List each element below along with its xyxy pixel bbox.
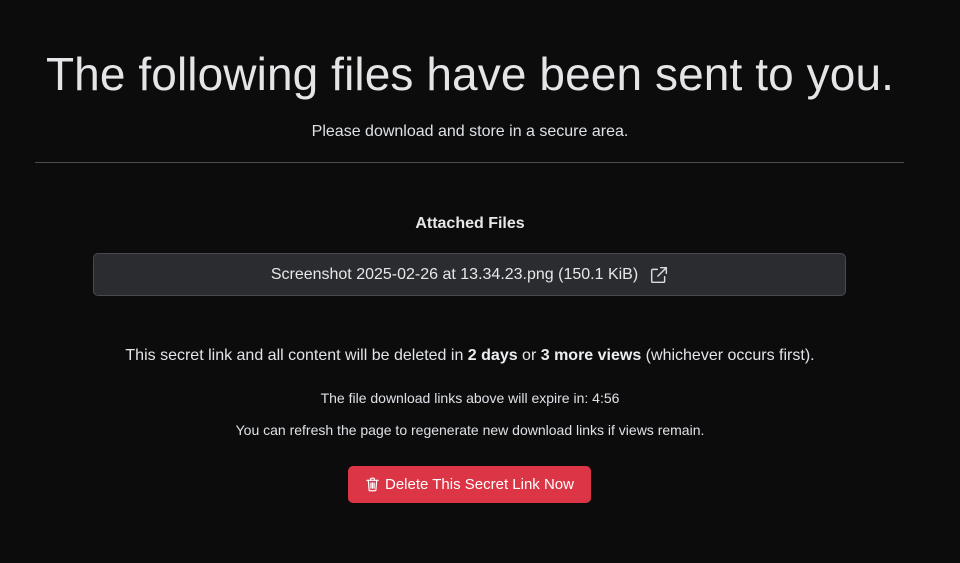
- divider: [35, 162, 904, 163]
- expiry-views: 3 more views: [540, 347, 642, 364]
- expiry-connector: or: [517, 347, 541, 364]
- file-list: Screenshot 2025-02-26 at 13.34.23.png (1…: [93, 253, 846, 296]
- secret-share-page: The following files have been sent to yo…: [0, 0, 960, 563]
- expiry-prefix: This secret link and all content will be…: [125, 347, 468, 364]
- attached-files-title: Attached Files: [415, 215, 525, 232]
- expiry-notice: This secret link and all content will be…: [0, 346, 940, 366]
- delete-button-label: Delete This Secret Link Now: [385, 476, 574, 493]
- external-link-icon: [650, 266, 668, 284]
- delete-secret-link-button[interactable]: Delete This Secret Link Now: [348, 466, 591, 503]
- expiry-suffix: (whichever occurs first).: [641, 347, 815, 364]
- file-download-link[interactable]: Screenshot 2025-02-26 at 13.34.23.png (1…: [93, 253, 846, 296]
- download-expiry-timer: The file download links above will expir…: [320, 390, 620, 406]
- trash-icon: [365, 477, 379, 492]
- refresh-note: You can refresh the page to regenerate n…: [235, 422, 705, 438]
- expiry-days: 2 days: [467, 347, 518, 364]
- page-title: The following files have been sent to yo…: [45, 48, 895, 100]
- file-name-label: Screenshot 2025-02-26 at 13.34.23.png (1…: [270, 265, 639, 283]
- page-subtitle: Please download and store in a secure ar…: [311, 123, 629, 140]
